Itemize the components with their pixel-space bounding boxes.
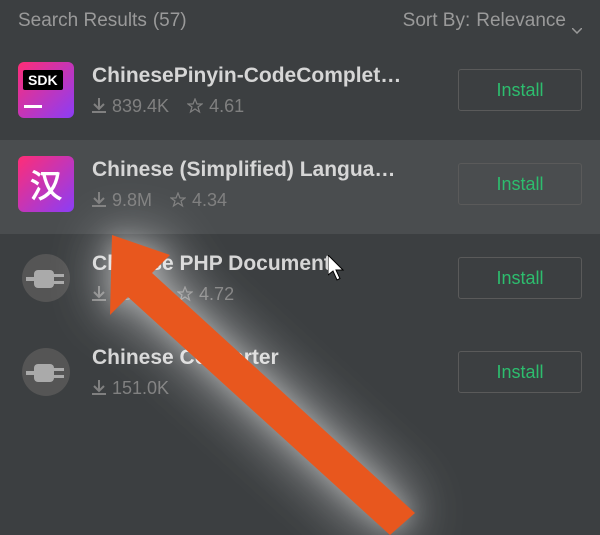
plugin-name: Chinese Converter <box>92 346 440 370</box>
install-button[interactable]: Install <box>458 351 582 393</box>
install-button[interactable]: Install <box>458 163 582 205</box>
download-count: 839.4K <box>92 96 169 117</box>
plugin-stats: 151.0K <box>92 378 440 399</box>
plugin-stats: 48.1K 4.72 <box>92 284 440 305</box>
plugin-info: Chinese (Simplified) Langua… 9.8M 4.34 <box>92 158 440 211</box>
sort-value: Relevance <box>476 10 566 32</box>
search-results-header: Search Results (57) Sort By: Relevance <box>0 0 600 46</box>
rating: 4.34 <box>170 190 227 211</box>
results-label: Search Results <box>18 10 147 32</box>
plugin-icon-plug <box>18 250 74 306</box>
results-number: (57) <box>153 10 187 32</box>
plugin-stats: 9.8M 4.34 <box>92 190 440 211</box>
install-button[interactable]: Install <box>458 69 582 111</box>
download-icon <box>92 192 106 208</box>
star-icon <box>177 286 193 302</box>
rating: 4.72 <box>177 284 234 305</box>
download-count: 9.8M <box>92 190 152 211</box>
star-icon <box>170 192 186 208</box>
plugin-stats: 839.4K 4.61 <box>92 96 440 117</box>
plugin-name: Chinese PHP Document <box>92 252 440 276</box>
plugin-name: Chinese (Simplified) Langua… <box>92 158 440 182</box>
plugin-icon-han: 汉 <box>18 156 74 212</box>
sort-by-dropdown[interactable]: Sort By: Relevance <box>403 10 582 32</box>
plugin-item[interactable]: Chinese PHP Document 48.1K 4.72 Install <box>0 234 600 328</box>
plugin-item[interactable]: 汉 Chinese (Simplified) Langua… 9.8M 4.34 <box>0 140 600 234</box>
plugin-icon-sdk: SDK <box>18 62 74 118</box>
plugin-icon-plug <box>18 344 74 400</box>
download-icon <box>92 286 106 302</box>
plugin-list: SDK ChinesePinyin-CodeComplet… 839.4K 4.… <box>0 46 600 422</box>
plugin-item[interactable]: Chinese Converter 151.0K Install <box>0 328 600 422</box>
plugin-info: Chinese Converter 151.0K <box>92 346 440 399</box>
plugin-name: ChinesePinyin-CodeComplet… <box>92 64 440 88</box>
plugin-info: Chinese PHP Document 48.1K 4.72 <box>92 252 440 305</box>
sort-label: Sort By: <box>403 10 471 32</box>
plugin-item[interactable]: SDK ChinesePinyin-CodeComplet… 839.4K 4.… <box>0 46 600 140</box>
rating: 4.61 <box>187 96 244 117</box>
download-icon <box>92 380 106 396</box>
results-count: Search Results (57) <box>18 10 187 32</box>
plugin-info: ChinesePinyin-CodeComplet… 839.4K 4.61 <box>92 64 440 117</box>
download-count: 48.1K <box>92 284 159 305</box>
download-icon <box>92 98 106 114</box>
chevron-down-icon <box>572 18 582 24</box>
install-button[interactable]: Install <box>458 257 582 299</box>
star-icon <box>187 98 203 114</box>
download-count: 151.0K <box>92 378 169 399</box>
